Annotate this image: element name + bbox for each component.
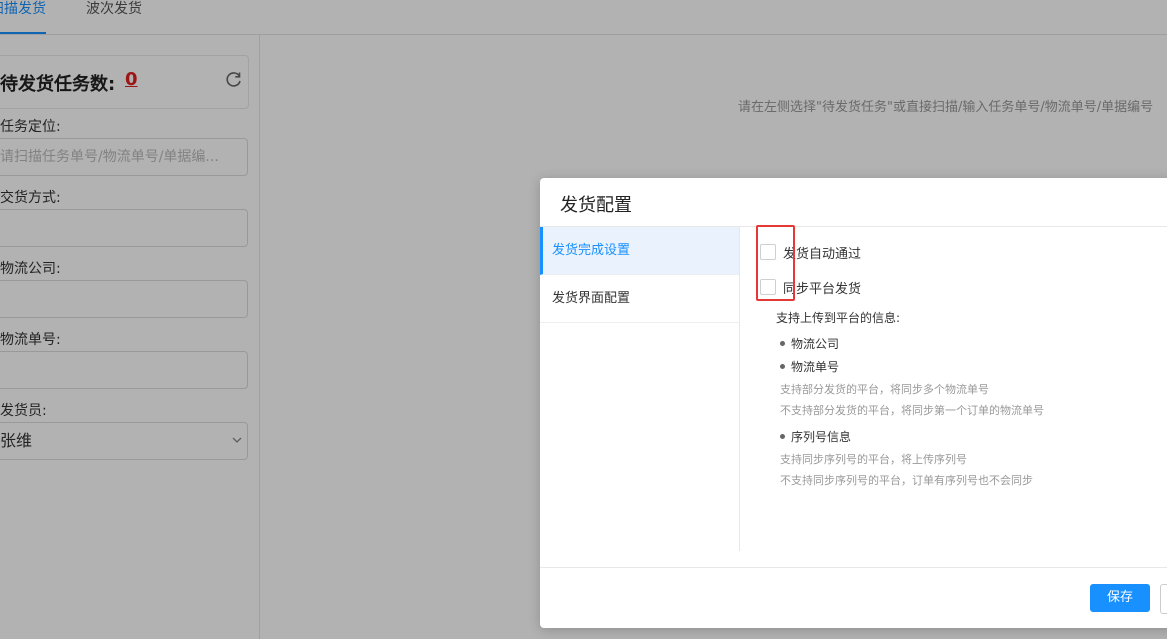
config-menu: 发货完成设置 发货界面配置 bbox=[540, 227, 740, 551]
list-item: 物流单号 bbox=[780, 358, 839, 375]
menu-item-interface-config[interactable]: 发货界面配置 bbox=[540, 275, 739, 323]
divider bbox=[540, 567, 1167, 568]
tracking-note-1: 支持部分发货的平台，将同步多个物流单号 bbox=[780, 383, 989, 396]
menu-item-complete-settings[interactable]: 发货完成设置 bbox=[540, 227, 739, 275]
bullet-icon bbox=[780, 341, 785, 346]
list-item: 物流公司 bbox=[780, 335, 839, 352]
cancel-button[interactable] bbox=[1160, 584, 1167, 614]
tracking-note-2: 不支持部分发货的平台，将同步第一个订单的物流单号 bbox=[780, 404, 1044, 417]
settings-content: 发货自动通过 同步平台发货 支持上传到平台的信息: 物流公司 物流单号 支持部分… bbox=[740, 227, 1167, 557]
bullet-icon bbox=[780, 434, 785, 439]
serial-note-1: 支持同步序列号的平台，将上传序列号 bbox=[780, 453, 967, 466]
item-company: 物流公司 bbox=[791, 337, 840, 351]
list-item: 序列号信息 bbox=[780, 428, 851, 445]
highlight-box bbox=[756, 225, 795, 301]
modal-title: 发货配置 bbox=[560, 195, 632, 216]
serial-note-2: 不支持同步序列号的平台，订单有序列号也不会同步 bbox=[780, 474, 1033, 487]
shipping-config-modal: 发货配置 发货完成设置 发货界面配置 发货自动通过 同步平台发货 支持上传到平台… bbox=[540, 178, 1167, 628]
support-title: 支持上传到平台的信息: bbox=[776, 311, 901, 325]
bullet-icon bbox=[780, 364, 785, 369]
save-button[interactable]: 保存 bbox=[1090, 584, 1150, 612]
item-serial: 序列号信息 bbox=[791, 430, 852, 444]
item-tracking: 物流单号 bbox=[791, 360, 840, 374]
